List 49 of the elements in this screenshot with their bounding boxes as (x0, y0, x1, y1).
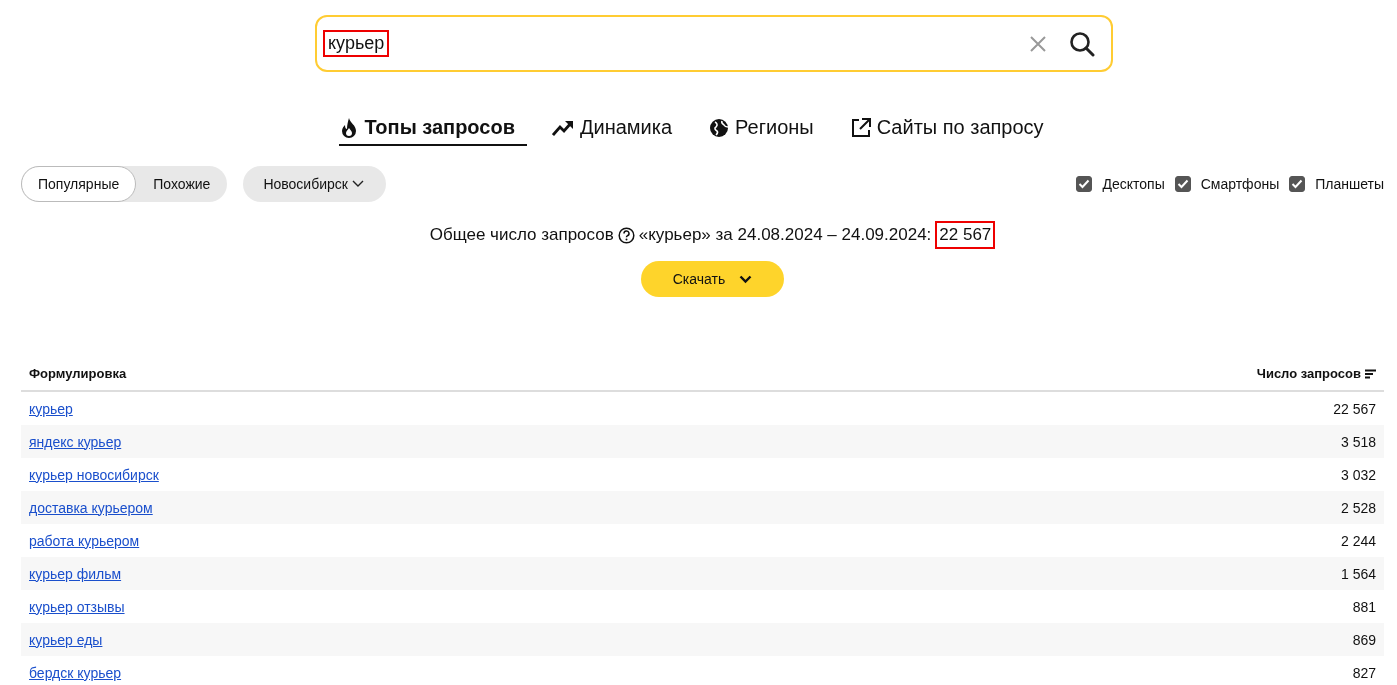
query-link[interactable]: работа курьером (29, 532, 140, 549)
query-count: 881 (1352, 598, 1376, 615)
chevron-down-icon (351, 180, 364, 188)
query-count: 827 (1352, 664, 1376, 681)
search-query: курьер (323, 30, 390, 57)
summary-query-period: «курьер» за 24.08.2024 – 24.09.2024: (638, 225, 932, 245)
query-link[interactable]: бердск курьер (29, 664, 122, 681)
query-count: 2 528 (1340, 499, 1376, 516)
checkbox[interactable] (1174, 176, 1191, 192)
query-link[interactable]: курьер фильм (29, 565, 122, 582)
summary-label: Общее число запросов (429, 225, 614, 245)
tab[interactable]: Регионы (708, 114, 826, 146)
trend-arrow-icon (551, 118, 574, 137)
flame-icon (340, 116, 359, 139)
search-field[interactable]: курьер (315, 15, 1113, 72)
external-link-icon (850, 117, 871, 138)
close-icon[interactable] (1029, 34, 1047, 53)
query-count: 3 518 (1340, 433, 1376, 450)
query-link[interactable]: яндекс курьер (29, 433, 122, 450)
checkbox[interactable] (1289, 176, 1306, 192)
help-icon[interactable] (617, 226, 635, 244)
query-count: 1 564 (1340, 565, 1376, 582)
checkbox-label: Планшеты (1315, 176, 1384, 192)
region-dropdown[interactable]: Новосибирск (243, 166, 386, 202)
checkbox[interactable] (1076, 176, 1093, 192)
query-link[interactable]: курьер новосибирск (29, 466, 159, 483)
checkbox-label: Десктопы (1102, 176, 1165, 192)
globe-icon (709, 117, 730, 138)
mode-option[interactable]: Популярные (21, 166, 137, 202)
query-count: 22 567 (1333, 400, 1376, 417)
query-count: 3 032 (1340, 466, 1376, 483)
chevron-down-icon (739, 274, 753, 284)
query-count: 2 244 (1340, 532, 1376, 549)
query-link[interactable]: курьер еды (29, 631, 103, 648)
query-link[interactable]: доставка курьером (29, 499, 153, 516)
tab[interactable]: Сайты по запросу (849, 114, 1056, 146)
download-button[interactable]: Скачать (641, 261, 784, 297)
column-header: Формулировка (29, 366, 127, 381)
query-count: 869 (1352, 631, 1376, 648)
search-icon[interactable] (1069, 30, 1095, 57)
column-header[interactable]: Число запросов (1256, 366, 1376, 381)
mode-option[interactable]: Похожие (136, 166, 228, 202)
sort-icon (1365, 368, 1376, 379)
summary-total: 22 567 (935, 221, 996, 249)
query-link[interactable]: курьер (29, 400, 73, 417)
checkbox-label: Смартфоны (1200, 176, 1280, 192)
tab[interactable]: Динамика (550, 114, 685, 146)
tab[interactable]: Топы запросов (339, 114, 527, 146)
query-link[interactable]: курьер отзывы (29, 598, 125, 615)
